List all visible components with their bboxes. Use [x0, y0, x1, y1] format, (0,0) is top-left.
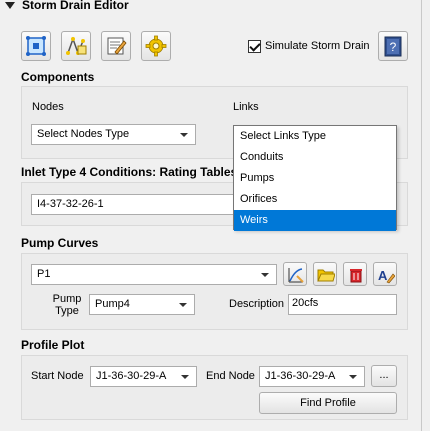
nodes-type-select[interactable]: Select Nodes Type: [31, 124, 196, 145]
collapse-triangle-icon[interactable]: [5, 2, 15, 9]
simulate-storm-drain-checkbox[interactable]: [248, 40, 261, 53]
settings-button[interactable]: [141, 31, 171, 61]
dropdown-item-weirs[interactable]: Weirs: [234, 210, 396, 231]
rename-pump-curve-button[interactable]: A: [373, 262, 397, 286]
description-label: Description: [229, 298, 285, 310]
open-pump-curve-button[interactable]: [313, 262, 337, 286]
open-folder-icon: [317, 269, 335, 282]
pump-curves-heading: Pump Curves: [21, 236, 99, 250]
delete-icon: [350, 269, 362, 283]
dropdown-item-label: Conduits: [240, 151, 284, 163]
description-input[interactable]: [292, 297, 389, 309]
help-book-icon: ?: [384, 36, 402, 57]
dropdown-item-conduits[interactable]: Conduits: [234, 147, 396, 168]
dropdown-item-select-links-type[interactable]: Select Links Type: [234, 126, 396, 147]
convert-layers-button[interactable]: [61, 31, 91, 61]
schematize-button[interactable]: [21, 31, 51, 61]
find-profile-button[interactable]: Find Profile: [259, 392, 397, 414]
dropdown-item-pumps[interactable]: Pumps: [234, 168, 396, 189]
settings-gear-icon: [145, 35, 167, 57]
convert-layers-icon: [66, 36, 87, 56]
dropdown-item-label: Weirs: [240, 214, 268, 226]
end-node-value: J1-36-30-29-A: [265, 370, 336, 382]
more-button[interactable]: ...: [371, 365, 397, 387]
nodes-label: Nodes: [32, 101, 64, 113]
dropdown-item-label: Orifices: [240, 193, 278, 205]
add-curve-icon: [288, 268, 304, 283]
chevron-down-icon: [179, 303, 187, 307]
add-pump-curve-button[interactable]: [283, 262, 307, 286]
pump-curve-value: P1: [37, 268, 51, 280]
links-label: Links: [233, 101, 259, 113]
chevron-down-icon: [180, 133, 188, 137]
delete-pump-curve-button[interactable]: [343, 262, 367, 286]
start-node-select[interactable]: J1-36-30-29-A: [90, 366, 197, 387]
rename-icon: A: [378, 268, 395, 284]
inlet-rating-table-select[interactable]: I4-37-32-26-1: [31, 194, 251, 215]
dropdown-item-orifices[interactable]: Orifices: [234, 189, 396, 210]
svg-text:?: ?: [390, 40, 397, 54]
edit-table-icon: [107, 37, 127, 55]
edit-table-button[interactable]: [101, 31, 131, 61]
pump-type-label: Pump Type: [52, 293, 82, 317]
links-type-dropdown[interactable]: Select Links Type Conduits Pumps Orifice…: [233, 125, 397, 231]
svg-text:A: A: [378, 268, 388, 283]
panel-header[interactable]: Storm Drain Editor: [0, 0, 430, 14]
description-field[interactable]: [288, 294, 397, 315]
panel-border: [421, 0, 422, 431]
chevron-down-icon: [261, 273, 269, 277]
dropdown-item-label: Pumps: [240, 172, 275, 184]
inlet-rating-table-value: I4-37-32-26-1: [37, 198, 104, 210]
profile-plot-heading: Profile Plot: [21, 338, 85, 352]
start-node-label: Start Node: [31, 370, 84, 382]
dropdown-item-label: Select Links Type: [240, 130, 327, 142]
end-node-label: End Node: [206, 370, 255, 382]
start-node-value: J1-36-30-29-A: [96, 370, 167, 382]
nodes-type-value: Select Nodes Type: [37, 128, 130, 140]
pump-type-select[interactable]: Pump4: [89, 294, 195, 315]
chevron-down-icon: [349, 375, 357, 379]
simulate-storm-drain-label: Simulate Storm Drain: [265, 40, 370, 52]
end-node-select[interactable]: J1-36-30-29-A: [259, 366, 365, 387]
schematize-icon: [26, 36, 46, 56]
pump-type-value: Pump4: [95, 298, 130, 310]
components-heading: Components: [21, 70, 95, 84]
panel-title: Storm Drain Editor: [22, 0, 129, 12]
chevron-down-icon: [181, 375, 189, 379]
pump-curve-select[interactable]: P1: [31, 264, 277, 285]
help-button[interactable]: ?: [378, 31, 408, 61]
inlet-rating-tables-heading: Inlet Type 4 Conditions: Rating Tables: [21, 165, 238, 179]
